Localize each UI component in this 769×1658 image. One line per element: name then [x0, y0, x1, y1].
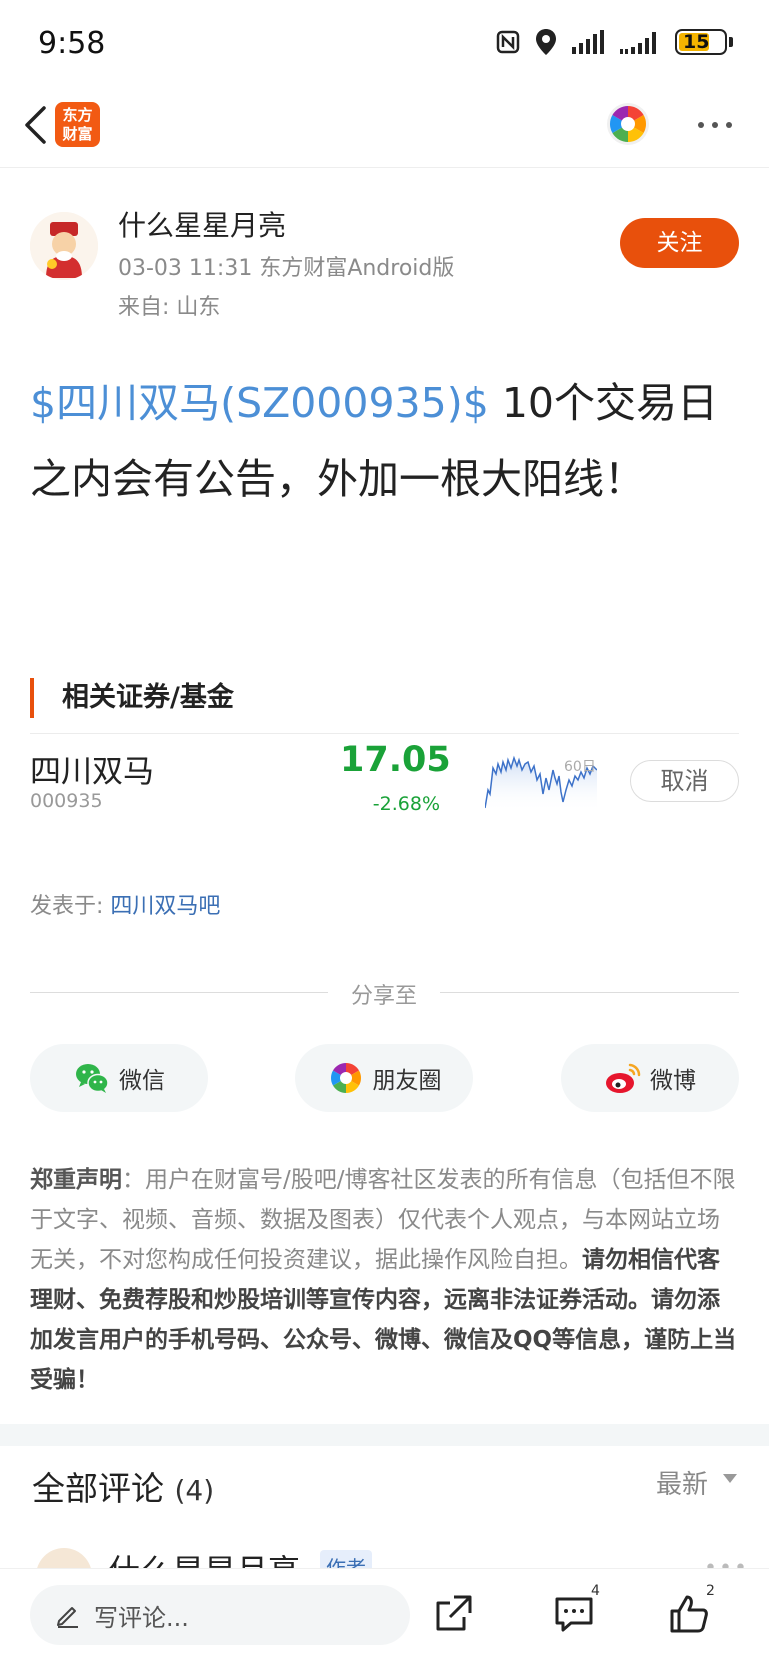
disclaimer-colon: ：: [122, 1167, 145, 1193]
signal-icon: [572, 30, 604, 54]
logo-line-1: 东方: [62, 106, 93, 124]
comments-title-text: 全部评论: [32, 1469, 164, 1508]
sparkline-period: 60日: [564, 759, 596, 775]
post-meta: 03-03 11:31 东方财富Android版: [118, 256, 455, 281]
share-weibo-label: 微博: [650, 1068, 696, 1094]
divider: [30, 733, 739, 734]
share-weibo-button[interactable]: 微博: [561, 1044, 739, 1112]
follow-button[interactable]: 关注: [620, 218, 739, 268]
pencil-icon: [57, 1607, 78, 1628]
wechat-icon: [76, 1064, 109, 1093]
more-options-icon[interactable]: [694, 110, 736, 140]
comment-placeholder: 写评论...: [94, 1603, 189, 1632]
share-moments-label: 朋友圈: [372, 1068, 442, 1094]
stock-bar-link[interactable]: 四川双马吧: [110, 894, 220, 919]
nav-bar: 东方 财富: [0, 88, 769, 168]
share-icon[interactable]: [432, 1593, 474, 1635]
comment-count-badge: 4: [591, 1583, 600, 1599]
stock-code: 000935: [30, 790, 103, 812]
comment-more-icon[interactable]: •••: [704, 1556, 749, 1568]
comment-icon[interactable]: [553, 1593, 595, 1635]
signal-2-icon: [620, 32, 656, 54]
author-avatar[interactable]: [30, 212, 98, 280]
nfc-icon: [496, 30, 520, 54]
camera-aperture-icon[interactable]: [606, 102, 650, 146]
share-wechat-button[interactable]: 微信: [30, 1044, 208, 1112]
battery-icon: 15: [675, 29, 727, 55]
comments-title: 全部评论 (4): [32, 1462, 214, 1510]
stock-price: 17.05: [340, 740, 451, 780]
author-badge: 作者: [320, 1550, 372, 1568]
bottom-bar: 写评论... 4 2: [0, 1568, 769, 1658]
stock-tag-link[interactable]: $四川双马(SZ000935)$: [30, 379, 489, 427]
back-icon[interactable]: [14, 102, 60, 148]
logo-line-2: 财富: [62, 125, 93, 143]
write-comment-input[interactable]: 写评论...: [30, 1585, 410, 1645]
divider: [30, 992, 328, 993]
stock-change: -2.68%: [372, 793, 440, 815]
avatar-image-icon: [30, 212, 98, 280]
share-moments-button[interactable]: 朋友圈: [295, 1044, 473, 1112]
divider: [440, 992, 739, 993]
disclaimer: 郑重声明：用户在财富号/股吧/博客社区发表的所有信息（包括但不限于文字、视频、音…: [30, 1160, 740, 1400]
battery-tip: [729, 37, 733, 47]
status-time: 9:58: [38, 26, 106, 61]
sort-dropdown[interactable]: 最新: [656, 1464, 708, 1501]
like-icon[interactable]: [668, 1593, 710, 1635]
battery-level: 15: [683, 31, 710, 53]
comment-author-name[interactable]: 什么星星月亮: [108, 1546, 300, 1568]
disclaimer-lead: 郑重声明: [30, 1167, 122, 1193]
weibo-icon: [606, 1063, 641, 1093]
location-icon: [536, 29, 556, 55]
sort-caret-icon[interactable]: [723, 1474, 737, 1483]
share-wechat-label: 微信: [119, 1068, 165, 1094]
status-bar: 9:58 15: [0, 0, 769, 88]
posted-in: 发表于: 四川双马吧: [30, 888, 220, 920]
post-location: 来自: 山东: [118, 295, 221, 320]
comments-count: (4): [174, 1474, 215, 1507]
author-name[interactable]: 什么星星月亮: [118, 204, 286, 244]
unfollow-stock-button[interactable]: 取消: [630, 760, 739, 802]
section-gap: [0, 1424, 769, 1446]
share-label: 分享至: [350, 984, 417, 1009]
comment-avatar[interactable]: [36, 1548, 92, 1568]
posted-in-prefix: 发表于:: [30, 894, 111, 919]
post-content: $四川双马(SZ000935)$ 10个交易日之内会有公告，外加一根大阳线！: [30, 365, 740, 517]
stock-name[interactable]: 四川双马: [30, 746, 154, 791]
like-count-badge: 2: [706, 1583, 715, 1599]
moments-aperture-icon: [330, 1063, 361, 1093]
related-securities-title: 相关证券/基金: [30, 678, 234, 718]
app-logo[interactable]: 东方 财富: [55, 102, 100, 147]
comment-item-peek[interactable]: 什么星星月亮 作者 •••: [0, 1546, 769, 1568]
status-icons: 15: [495, 28, 733, 56]
